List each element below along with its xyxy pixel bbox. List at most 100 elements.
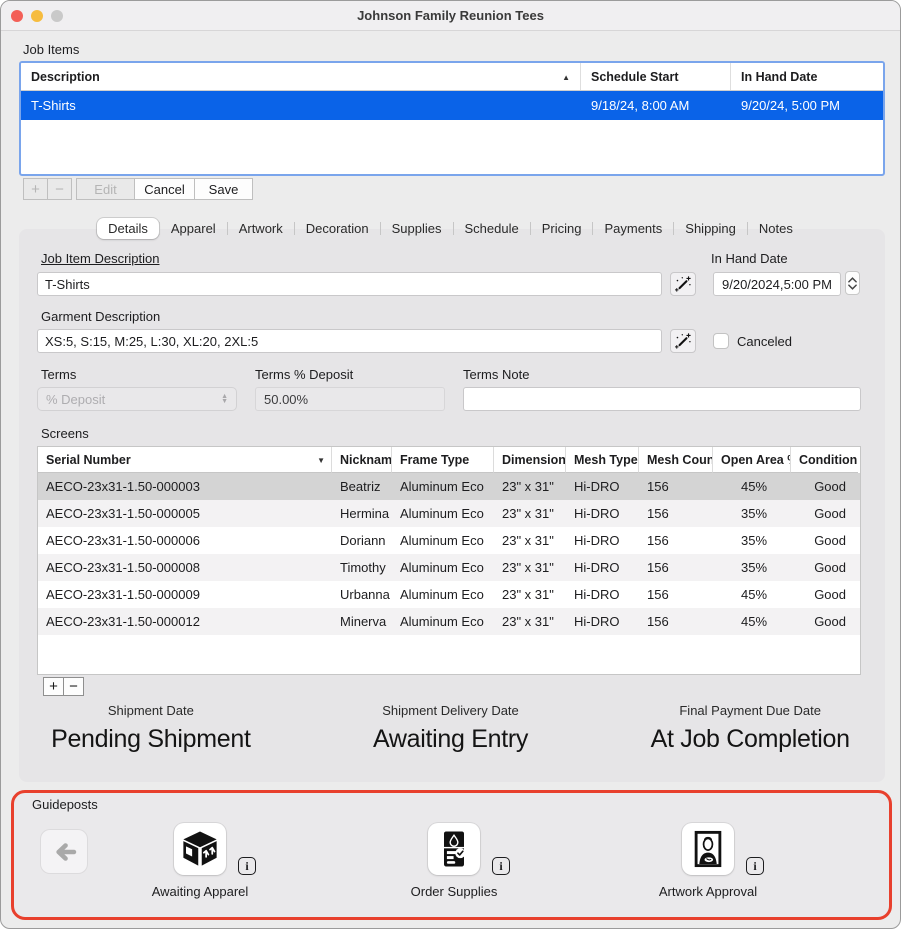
screens-button-bar: + − — [43, 677, 83, 696]
info-icon[interactable]: i — [238, 857, 256, 875]
add-job-item-button[interactable]: + — [23, 178, 48, 200]
remove-screen-button[interactable]: − — [63, 677, 84, 696]
final-payment-due-date-block: Final Payment Due Date At Job Completion — [600, 703, 900, 754]
package-icon — [179, 828, 221, 870]
guidepost-tile[interactable] — [174, 823, 226, 875]
terms-note-input[interactable] — [463, 387, 861, 411]
title-bar: Johnson Family Reunion Tees — [1, 1, 900, 31]
edit-button[interactable]: Edit — [76, 178, 135, 200]
terms-select[interactable]: % Deposit ▲▼ — [37, 387, 237, 411]
job-items-selected-row[interactable]: T-Shirts 9/18/24, 8:00 AM 9/20/24, 5:00 … — [21, 91, 883, 120]
job-items-header-in-hand-date[interactable]: In Hand Date — [731, 63, 883, 90]
job-items-section-label: Job Items — [23, 42, 79, 57]
guideposts-section: Guideposts i Awaiting Apparel — [11, 790, 892, 920]
in-hand-time-value: 5:00 PM — [784, 277, 832, 292]
canceled-checkbox[interactable] — [713, 333, 729, 349]
guidepost-tile[interactable] — [428, 823, 480, 875]
screens-header-dimensions[interactable]: Dimensions — [494, 447, 566, 473]
magic-wand-button[interactable] — [670, 329, 696, 353]
screens-table-row[interactable]: AECO-23x31-1.50-000003 Beatriz Aluminum … — [38, 473, 860, 500]
terms-label: Terms — [41, 367, 76, 382]
shipment-date-label: Shipment Date — [1, 703, 301, 718]
screens-table-row[interactable]: AECO-23x31-1.50-000005 Hermina Aluminum … — [38, 500, 860, 527]
job-items-header-row: Description ▲ Schedule Start In Hand Dat… — [21, 63, 883, 91]
tab-pricing[interactable]: Pricing — [531, 218, 593, 239]
save-button[interactable]: Save — [194, 178, 253, 200]
screens-table-row[interactable]: AECO-23x31-1.50-000012 Minerva Aluminum … — [38, 608, 860, 635]
info-icon[interactable]: i — [492, 857, 510, 875]
tab-supplies[interactable]: Supplies — [381, 218, 453, 239]
screens-table-row[interactable]: AECO-23x31-1.50-000006 Doriann Aluminum … — [38, 527, 860, 554]
window-title: Johnson Family Reunion Tees — [357, 8, 544, 23]
shipment-delivery-date-block: Shipment Delivery Date Awaiting Entry — [301, 703, 601, 754]
screens-header-nickname[interactable]: Nickname — [332, 447, 392, 473]
zoom-window-button[interactable] — [51, 10, 63, 22]
cancel-button[interactable]: Cancel — [134, 178, 195, 200]
tab-apparel[interactable]: Apparel — [160, 218, 227, 239]
guideposts-section-label: Guideposts — [32, 797, 98, 812]
magic-wand-button[interactable] — [670, 272, 696, 296]
screens-table-row[interactable]: AECO-23x31-1.50-000009 Urbanna Aluminum … — [38, 581, 860, 608]
guidepost-label: Order Supplies — [374, 884, 534, 899]
tab-details[interactable]: Details — [97, 218, 159, 239]
close-window-button[interactable] — [11, 10, 23, 22]
add-screen-button[interactable]: + — [43, 677, 64, 696]
tab-payments[interactable]: Payments — [593, 218, 673, 239]
job-item-description-label[interactable]: Job Item Description — [41, 251, 160, 266]
shipment-date-block: Shipment Date Pending Shipment — [1, 703, 301, 754]
back-button[interactable] — [41, 830, 87, 873]
screens-table-row[interactable]: AECO-23x31-1.50-000008 Timothy Aluminum … — [38, 554, 860, 581]
in-hand-date-field[interactable]: 9/20/2024, 5:00 PM — [713, 272, 841, 296]
screens-header-mesh-count[interactable]: Mesh Count — [639, 447, 713, 473]
canceled-label: Canceled — [737, 334, 792, 349]
screens-header-mesh-type[interactable]: Mesh Type — [566, 447, 639, 473]
tab-shipping[interactable]: Shipping — [674, 218, 747, 239]
guidepost-tile[interactable] — [682, 823, 734, 875]
shipment-delivery-date-label: Shipment Delivery Date — [301, 703, 601, 718]
tab-bar: Details Apparel Artwork Decoration Suppl… — [1, 217, 900, 240]
shipment-delivery-date-value: Awaiting Entry — [301, 725, 601, 754]
screens-header-open-area[interactable]: Open Area % — [713, 447, 791, 473]
details-panel: Job Item Description In Hand Date 9/20/2… — [19, 229, 885, 782]
final-payment-due-date-value: At Job Completion — [600, 725, 900, 754]
guidepost-label: Artwork Approval — [628, 884, 788, 899]
stepper-down-icon — [848, 284, 857, 290]
job-items-button-bar: + − Edit Cancel Save — [23, 178, 253, 200]
tab-decoration[interactable]: Decoration — [295, 218, 380, 239]
job-items-empty-area — [21, 120, 883, 168]
job-item-description-input[interactable] — [37, 272, 662, 296]
screens-header-frame-type[interactable]: Frame Type — [392, 447, 494, 473]
garment-description-label: Garment Description — [41, 309, 160, 324]
summary-row: Shipment Date Pending Shipment Shipment … — [1, 703, 900, 754]
job-item-in-hand-date-cell: 9/20/24, 5:00 PM — [731, 91, 883, 120]
sort-ascending-icon: ▲ — [562, 73, 572, 82]
info-icon[interactable]: i — [746, 857, 764, 875]
traffic-lights — [11, 10, 63, 22]
job-item-description-cell: T-Shirts — [21, 91, 581, 120]
tab-notes[interactable]: Notes — [748, 218, 804, 239]
terms-percent-deposit-label: Terms % Deposit — [255, 367, 353, 382]
terms-percent-deposit-field[interactable]: 50.00% — [255, 387, 445, 411]
job-items-table: Description ▲ Schedule Start In Hand Dat… — [19, 61, 885, 176]
screens-header-condition[interactable]: Condition — [791, 447, 858, 473]
magic-wand-icon — [674, 332, 692, 350]
job-items-header-description[interactable]: Description ▲ — [21, 63, 581, 90]
in-hand-date-stepper[interactable] — [845, 271, 860, 295]
garment-description-input[interactable] — [37, 329, 662, 353]
ink-supplies-icon — [434, 828, 474, 870]
terms-note-label: Terms Note — [463, 367, 529, 382]
guidepost-awaiting-apparel[interactable]: i Awaiting Apparel — [120, 823, 280, 899]
remove-job-item-button[interactable]: − — [47, 178, 72, 200]
tab-schedule[interactable]: Schedule — [454, 218, 530, 239]
screens-header-row: Serial Number ▼ Nickname Frame Type Dime… — [38, 447, 860, 473]
guidepost-artwork-approval[interactable]: i Artwork Approval — [628, 823, 788, 899]
tab-artwork[interactable]: Artwork — [228, 218, 294, 239]
guidepost-order-supplies[interactable]: i Order Supplies — [374, 823, 534, 899]
in-hand-date-value: 9/20/2024, — [722, 277, 783, 292]
minimize-window-button[interactable] — [31, 10, 43, 22]
shipment-date-value: Pending Shipment — [1, 725, 301, 754]
job-items-header-schedule-start[interactable]: Schedule Start — [581, 63, 731, 90]
in-hand-date-label: In Hand Date — [711, 251, 788, 266]
screens-header-serial-number[interactable]: Serial Number ▼ — [38, 447, 332, 473]
app-window: Johnson Family Reunion Tees Job Items De… — [0, 0, 901, 929]
